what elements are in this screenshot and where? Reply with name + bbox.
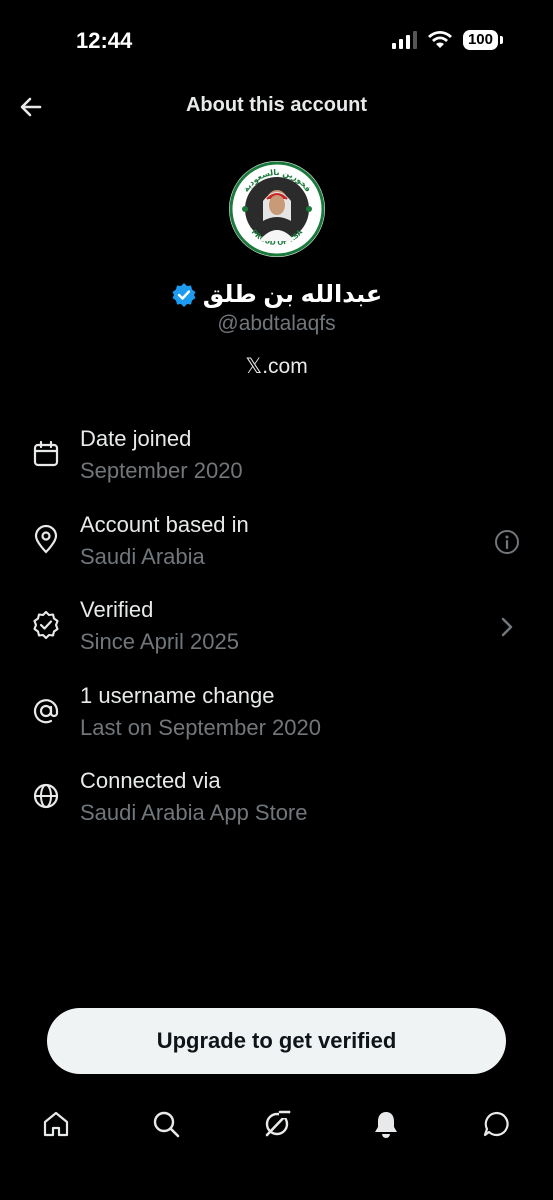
info-row-verified[interactable]: Verified Since April 2025: [0, 593, 553, 679]
messages-icon[interactable]: [481, 1108, 513, 1140]
account-info-list: Date joined September 2020 Account based…: [0, 422, 553, 850]
battery-level: 100: [462, 30, 498, 50]
home-icon[interactable]: [40, 1108, 72, 1140]
info-title: Verified: [80, 597, 154, 622]
info-row-username-change: 1 username change Last on September 2020: [0, 679, 553, 765]
info-subtitle: Last on September 2020: [80, 714, 321, 740]
wifi-icon: [427, 31, 452, 48]
info-title: 1 username change: [80, 682, 275, 708]
info-subtitle: Saudi Arabia: [80, 543, 205, 569]
clock: 12:44: [76, 28, 133, 53]
site-label: 𝕏.com: [245, 355, 308, 378]
status-bar: 12:44 100: [0, 0, 553, 80]
chevron-right-icon[interactable]: [493, 613, 521, 641]
info-row-date-joined: Date joined September 2020: [0, 422, 553, 508]
info-row-connected-via: Connected via Saudi Arabia App Store: [0, 764, 553, 850]
info-title: Date joined: [80, 426, 192, 451]
info-row-account-based-in: Account based in Saudi Arabia: [0, 508, 553, 594]
battery-icon: [500, 36, 503, 44]
info-title: Connected via: [80, 768, 221, 793]
grok-icon[interactable]: [261, 1108, 293, 1140]
signal-icon: [391, 31, 417, 49]
header: About this account: [0, 86, 553, 126]
page-title: About this account: [185, 94, 368, 116]
calendar-icon: [33, 440, 59, 467]
handle: @abdtalaqfs: [217, 312, 336, 335]
verified-shield-icon: [33, 610, 59, 640]
info-subtitle: September 2020: [80, 458, 243, 483]
display-name-row: عبدالله بن طلق: [0, 280, 553, 309]
display-name: عبدالله بن طلق: [202, 281, 383, 308]
location-pin-icon: [34, 524, 58, 554]
info-title: Account based in: [80, 511, 249, 537]
info-subtitle: Saudi Arabia App Store: [80, 800, 308, 825]
at-sign-icon: [33, 698, 59, 723]
notifications-icon[interactable]: [370, 1108, 402, 1140]
bottom-tab-bar: [0, 1100, 553, 1160]
search-icon[interactable]: [150, 1108, 182, 1140]
avatar-image: فخورين بالسعودية PROUD OF KSA: [229, 161, 325, 257]
status-icons: 100: [391, 30, 503, 50]
info-subtitle: Since April 2025: [80, 629, 239, 654]
verified-badge-icon: [172, 282, 196, 307]
info-icon[interactable]: [493, 528, 521, 556]
avatar[interactable]: فخورين بالسعودية PROUD OF KSA: [229, 161, 325, 257]
upgrade-verified-button[interactable]: Upgrade to get verified: [47, 1008, 506, 1074]
globe-icon: [33, 783, 59, 809]
